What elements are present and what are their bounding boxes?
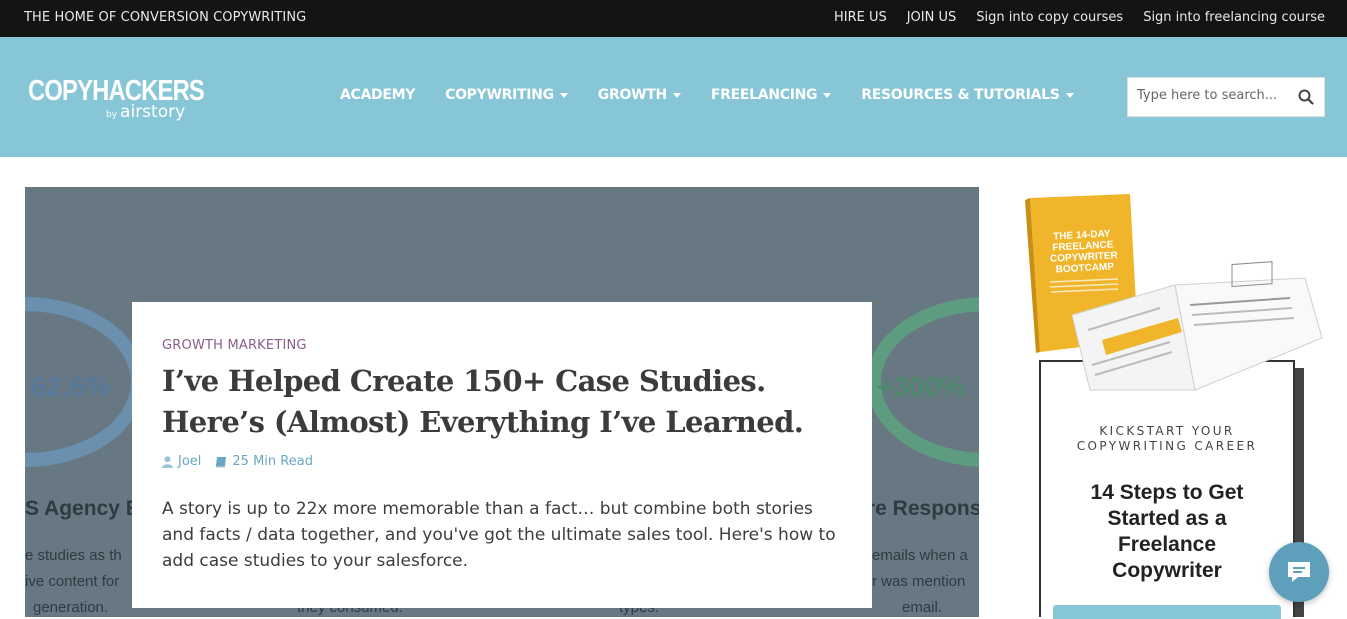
- logo-by: by: [106, 110, 118, 120]
- caret-down-icon: [823, 92, 832, 98]
- kicker-line-1: KICKSTART YOUR: [1099, 424, 1235, 438]
- headline-line-3: Freelance: [1117, 533, 1217, 556]
- headline-line-4: Copywriter: [1112, 559, 1222, 582]
- stat-left: 62.6%: [31, 371, 111, 402]
- user-icon: [162, 455, 173, 468]
- nav-growth-label: GROWTH: [597, 87, 667, 103]
- read-time-label: 25 Min Read: [232, 454, 313, 469]
- ghost-text-left-2: ive content for: [25, 573, 120, 590]
- article-category[interactable]: GROWTH MARKETING: [162, 338, 307, 353]
- sidebar-bootcamp-panel: KICKSTART YOUR COPYWRITING CAREER 14 Ste…: [1039, 360, 1295, 619]
- logo-subbrand: by airstory: [106, 102, 185, 122]
- top-bar: THE HOME OF CONVERSION COPYWRITING HIRE …: [0, 0, 1347, 37]
- bootcamp-book-image[interactable]: THE 14-DAY FREELANCE COPYWRITER BOOTCAMP: [1010, 190, 1330, 395]
- chat-bubble-icon: [1288, 562, 1310, 582]
- article-author[interactable]: Joel: [162, 454, 201, 469]
- join-us-link[interactable]: JOIN US: [907, 10, 957, 25]
- search-box: [1127, 77, 1325, 117]
- nav-freelancing[interactable]: FREELANCING: [710, 87, 832, 103]
- sidebar-kicker: KICKSTART YOUR COPYWRITING CAREER: [1041, 424, 1293, 454]
- book-icon: [215, 456, 227, 467]
- nav-resources-label: RESOURCES & TUTORIALS: [861, 87, 1060, 103]
- ghost-text-right-3: email.: [902, 599, 943, 616]
- nav-freelancing-label: FREELANCING: [710, 87, 818, 103]
- search-input[interactable]: [1137, 88, 1292, 103]
- chat-launcher-button[interactable]: [1269, 542, 1329, 602]
- nav-copywriting-label: COPYWRITING: [445, 87, 554, 103]
- site-header: COPYHACKERS by airstory ACADEMY COPYWRITI…: [0, 37, 1347, 157]
- nav-academy[interactable]: ACADEMY: [340, 87, 415, 103]
- sidebar-headline: 14 Steps to Get Started as a Freelance C…: [1041, 480, 1293, 584]
- copy-courses-signin-link[interactable]: Sign into copy courses: [976, 10, 1123, 25]
- search-icon[interactable]: [1298, 89, 1314, 105]
- author-name: Joel: [178, 454, 202, 469]
- nav-resources-tutorials[interactable]: RESOURCES & TUTORIALS: [861, 87, 1074, 103]
- article-meta: Joel 25 Min Read: [162, 454, 313, 469]
- ghost-text-right-1: emails when a: [872, 547, 968, 564]
- caret-down-icon: [559, 92, 568, 98]
- article-read-time: 25 Min Read: [215, 454, 313, 469]
- ghost-text-right-2: r was mention: [872, 573, 966, 590]
- article-title[interactable]: I’ve Helped Create 150+ Case Studies. He…: [162, 361, 862, 443]
- nav-growth[interactable]: GROWTH: [598, 87, 681, 103]
- article-excerpt: A story is up to 22x more memorable than…: [162, 499, 836, 571]
- logo-airstory: airstory: [120, 102, 186, 122]
- headline-line-1: 14 Steps to Get: [1090, 481, 1244, 504]
- site-logo[interactable]: COPYHACKERS by airstory: [28, 75, 243, 122]
- ghost-text-left-1: e studies as th: [25, 547, 122, 564]
- freelancing-course-signin-link[interactable]: Sign into freelancing course: [1143, 10, 1325, 25]
- stat-right: +300%: [877, 371, 965, 402]
- caret-down-icon: [672, 92, 681, 98]
- nav-academy-label: ACADEMY: [340, 87, 416, 103]
- top-links: HIRE US JOIN US Sign into copy courses S…: [834, 10, 1325, 25]
- headline-line-2: Started as a: [1107, 507, 1227, 530]
- main-nav: ACADEMY COPYWRITING GROWTH FREELANCING R…: [340, 87, 1074, 103]
- nav-copywriting[interactable]: COPYWRITING: [445, 87, 568, 103]
- kicker-line-2: COPYWRITING CAREER: [1076, 439, 1258, 453]
- ghost-text-left-3: generation.: [33, 599, 109, 616]
- hire-us-link[interactable]: HIRE US: [834, 10, 887, 25]
- site-tagline: THE HOME OF CONVERSION COPYWRITING: [24, 10, 307, 25]
- caret-down-icon: [1065, 92, 1074, 98]
- ghost-heading-right: re Respons: [867, 497, 979, 520]
- featured-article-card: GROWTH MARKETING I’ve Helped Create 150+…: [132, 302, 872, 608]
